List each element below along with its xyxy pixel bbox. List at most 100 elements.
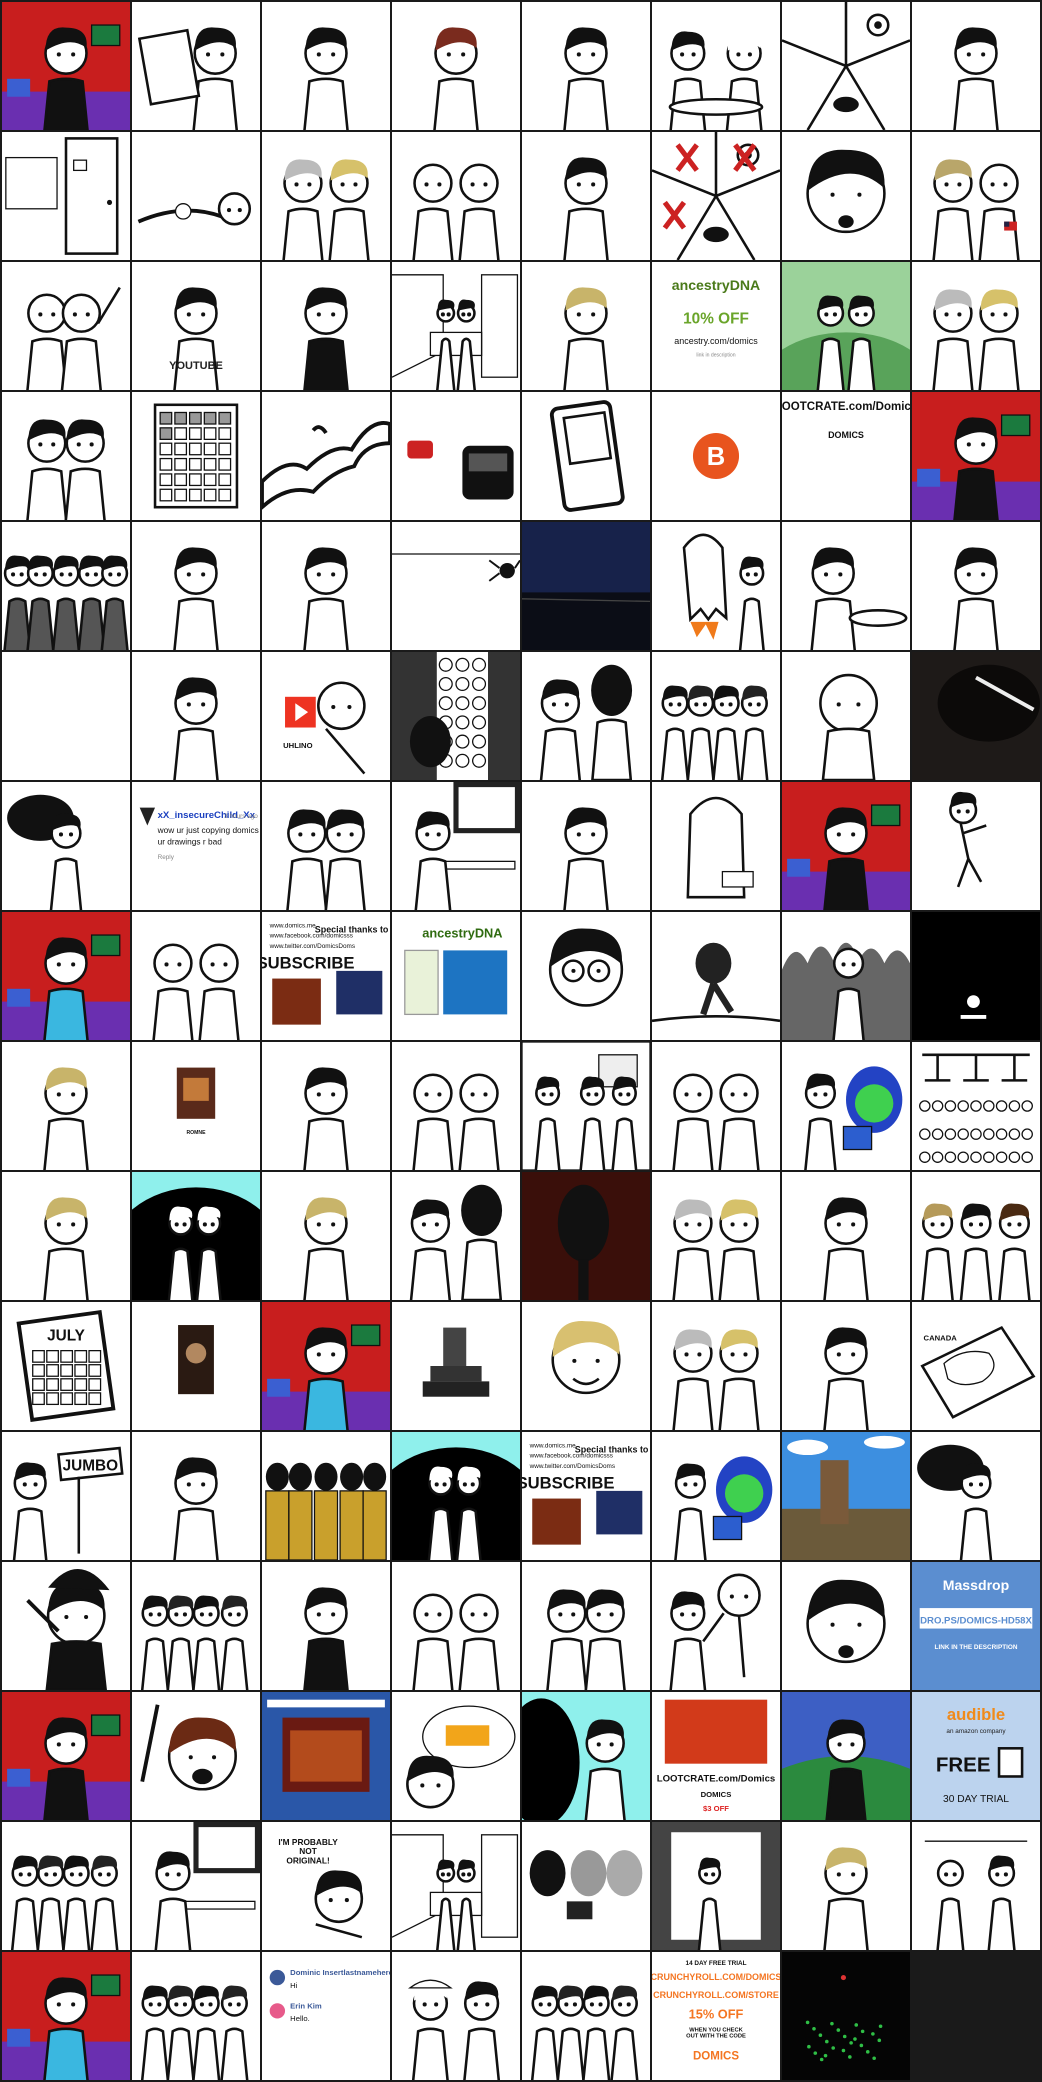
thumbnail-group[interactable] xyxy=(652,652,780,780)
thumbnail-jump[interactable] xyxy=(912,782,1040,910)
thumbnail-person[interactable] xyxy=(132,1432,260,1560)
thumbnail-blond[interactable] xyxy=(2,1172,130,1300)
thumbnail-table[interactable] xyxy=(652,2,780,130)
thumbnail-desk[interactable] xyxy=(132,1822,260,1950)
thumbnail-group[interactable] xyxy=(2,1822,130,1950)
thumbnail-two-pale[interactable] xyxy=(392,1562,520,1690)
thumbnail-person[interactable] xyxy=(782,1172,910,1300)
thumbnail-desk[interactable] xyxy=(392,782,520,910)
thumbnail-lying[interactable] xyxy=(132,132,260,260)
thumbnail-red-girl[interactable] xyxy=(262,1302,390,1430)
thumbnail-hill[interactable] xyxy=(782,262,910,390)
thumbnail-july[interactable]: JULY xyxy=(2,1302,130,1430)
thumbnail-two-shadow[interactable] xyxy=(392,1172,520,1300)
thumbnail-night[interactable] xyxy=(522,522,650,650)
thumbnail-lootcrate-ad[interactable]: LOOTCRATE.com/Domics DOMICS $3 OFF xyxy=(652,1692,780,1820)
thumbnail-black-stage[interactable] xyxy=(912,912,1040,1040)
thumbnail-bitcoin[interactable]: B xyxy=(652,392,780,520)
thumbnail-subscribe[interactable]: www.domics.me www.facebook.com/domicsss ww… xyxy=(522,1432,650,1560)
thumbnail-fight[interactable] xyxy=(652,1562,780,1690)
thumbnail-cyan-dark[interactable] xyxy=(522,1692,650,1820)
thumbnail-person[interactable] xyxy=(132,522,260,650)
thumbnail-two-pale[interactable] xyxy=(392,132,520,260)
thumbnail-person[interactable] xyxy=(522,782,650,910)
thumbnail-blond[interactable] xyxy=(522,262,650,390)
thumbnail-ghost[interactable] xyxy=(652,522,780,650)
thumbnail-audible[interactable]: audible an amazon company FREE 30 DAY TRIAL xyxy=(912,1692,1040,1820)
thumbnail-two-blond[interactable] xyxy=(652,1172,780,1300)
thumbnail-grey-trees[interactable] xyxy=(782,912,910,1040)
thumbnail-two-pale[interactable] xyxy=(652,1042,780,1170)
thumbnail-person[interactable] xyxy=(522,2,650,130)
thumbnail-cave[interactable] xyxy=(392,1432,520,1560)
thumbnail-ancestry-box[interactable]: ancestryDNA xyxy=(392,912,520,1040)
thumbnail-couple[interactable] xyxy=(2,392,130,520)
thumbnail-person[interactable] xyxy=(522,132,650,260)
thumbnail-yell[interactable] xyxy=(132,1692,260,1820)
thumbnail-sky-tower[interactable] xyxy=(782,1432,910,1560)
thumbnail-blond-face[interactable] xyxy=(522,1302,650,1430)
thumbnail-dark-crowd[interactable] xyxy=(262,1432,390,1560)
thumbnail-group[interactable] xyxy=(522,1952,650,2080)
thumbnail-face-glasses[interactable] xyxy=(522,912,650,1040)
thumbnail-two-pale[interactable] xyxy=(392,1042,520,1170)
thumbnail-two-blond[interactable] xyxy=(652,1302,780,1430)
thumbnail-red-girl[interactable] xyxy=(2,912,130,1040)
thumbnail-blue-hood[interactable] xyxy=(652,1432,780,1560)
thumbnail-red[interactable] xyxy=(2,2,130,130)
thumbnail-senses-x[interactable] xyxy=(652,132,780,260)
thumbnail-two-pale[interactable] xyxy=(132,912,260,1040)
thumbnail-paper[interactable] xyxy=(132,2,260,130)
thumbnail-blond[interactable] xyxy=(782,1822,910,1950)
thumbnail-map[interactable] xyxy=(262,392,390,520)
thumbnail-aliens[interactable] xyxy=(522,1822,650,1950)
thumbnail-quote[interactable]: I'M PROBABLY NOT ORIGINAL! xyxy=(262,1822,390,1950)
thumbnail-car[interactable] xyxy=(392,392,520,520)
thumbnail-cap-guy[interactable] xyxy=(392,1952,520,2080)
thumbnail-jumbo[interactable]: JUMBO xyxy=(2,1432,130,1560)
thumbnail-red[interactable] xyxy=(782,782,910,910)
thumbnail-person[interactable] xyxy=(262,1042,390,1170)
thumbnail-person[interactable] xyxy=(912,2,1040,130)
thumbnail-group[interactable] xyxy=(132,1562,260,1690)
thumbnail-conductor[interactable] xyxy=(2,1562,130,1690)
thumbnail-poster[interactable]: ROMNE xyxy=(132,1042,260,1170)
thumbnail-person-red[interactable] xyxy=(392,2,520,130)
thumbnail-dark-rock[interactable] xyxy=(392,652,520,780)
thumbnail-concert[interactable] xyxy=(782,1952,910,2080)
thumbnail-sketch-two[interactable] xyxy=(912,1822,1040,1950)
thumbnail-person[interactable] xyxy=(132,652,260,780)
thumbnail-dark-person[interactable] xyxy=(2,782,130,910)
thumbnail-massdrop[interactable]: Massdrop DRO.PS/DOMICS-HD58X LINK IN THE D… xyxy=(912,1562,1040,1690)
thumbnail-lootcrate[interactable]: LOOTCRATE.com/Domics DOMICS xyxy=(782,392,910,520)
thumbnail-two-shadow[interactable] xyxy=(522,652,650,780)
thumbnail-run[interactable] xyxy=(652,912,780,1040)
thumbnail-mic[interactable] xyxy=(522,1172,650,1300)
thumbnail-person[interactable] xyxy=(912,522,1040,650)
thumbnail-cheer[interactable] xyxy=(2,262,130,390)
thumbnail-cave[interactable] xyxy=(132,1172,260,1300)
thumbnail-person-table[interactable] xyxy=(782,522,910,650)
thumbnail-person-black[interactable] xyxy=(262,1562,390,1690)
thumbnail-canada[interactable]: CANADA xyxy=(912,1302,1040,1430)
thumbnail-field[interactable] xyxy=(782,1692,910,1820)
thumbnail-ancestry[interactable]: ancestryDNA 10% OFF ancestry.com/domics lin… xyxy=(652,262,780,390)
thumbnail-two-blond[interactable] xyxy=(912,262,1040,390)
thumbnail-two-blond[interactable] xyxy=(262,132,390,260)
thumbnail-spider[interactable] xyxy=(392,522,520,650)
thumbnail-person[interactable]: YOUTUBE xyxy=(132,262,260,390)
thumbnail-hijab[interactable] xyxy=(652,782,780,910)
thumbnail-comment[interactable]: xX_insecureChild_Xx 3 hours ago wow ur jus… xyxy=(132,782,260,910)
thumbnail-browser[interactable] xyxy=(262,1692,390,1820)
thumbnail-phone[interactable] xyxy=(522,392,650,520)
thumbnail-two-flag[interactable] xyxy=(912,132,1040,260)
thumbnail-crowd[interactable] xyxy=(2,522,130,650)
thumbnail-blue-hood[interactable] xyxy=(782,1042,910,1170)
thumbnail-red[interactable] xyxy=(2,1692,130,1820)
thumbnail-face[interactable] xyxy=(782,1562,910,1690)
thumbnail-face[interactable] xyxy=(782,132,910,260)
thumbnail-youtube[interactable]: UHLINO xyxy=(262,652,390,780)
thumbnail-photo-dark[interactable] xyxy=(912,652,1040,780)
thumbnail-bus-dream[interactable] xyxy=(392,1692,520,1820)
thumbnail-dark-person[interactable] xyxy=(912,1432,1040,1560)
